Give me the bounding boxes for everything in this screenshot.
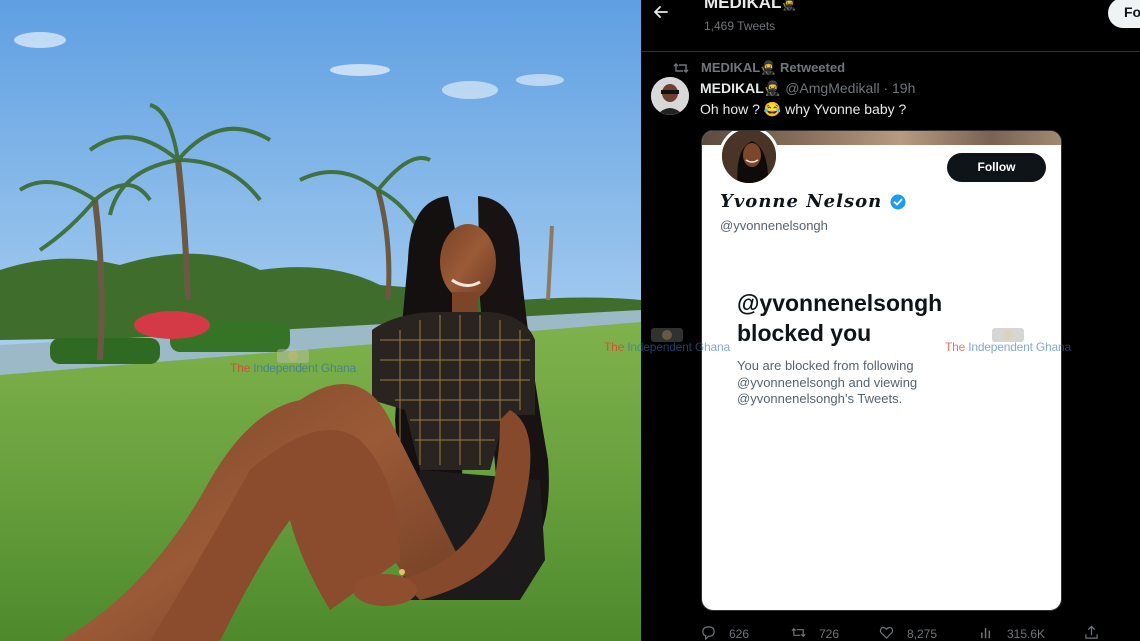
watermark-text-the-2: The [604, 340, 628, 354]
watermark-independent-ghana: The Independent Ghana [230, 349, 356, 375]
analytics-icon [981, 627, 991, 639]
blocked-description: You are blocked from following @yvonnene… [737, 358, 918, 406]
tweet-header: MEDIKAL🥷 @AmgMedikall · 19h [700, 80, 915, 97]
tweet-text: Oh how ? 😂 why Yvonne baby ? [700, 101, 907, 117]
retweet-icon [673, 63, 689, 73]
follow-button-header[interactable]: Fo [1108, 0, 1140, 28]
back-arrow-icon[interactable] [653, 4, 669, 20]
follow-button[interactable]: Follow [947, 153, 1046, 182]
tweet-author[interactable]: MEDIKAL🥷 [700, 80, 781, 96]
tweet-handle-time[interactable]: @AmgMedikall · 19h [785, 80, 915, 96]
card-avatar-image [722, 131, 776, 183]
like-count: 8,275 [907, 627, 938, 641]
watermark-text-brand-3: Independent Ghana [968, 340, 1071, 354]
retweet-count: 726 [819, 627, 840, 641]
retweet-action-icon [791, 627, 806, 638]
ninja-emoji-icon: 🥷 [781, 0, 797, 11]
verified-badge-icon [890, 194, 906, 210]
photo-yvonne-nelson [0, 0, 641, 641]
watermark-text-the: The [230, 361, 254, 375]
watermark-text-the-3: The [945, 340, 969, 354]
watermark-independent-ghana-3: The Independent Ghana [945, 328, 1071, 354]
views-count: 315.6K [1007, 627, 1046, 641]
card-display-name: Yvonne Nelson [720, 191, 883, 212]
profile-header-bar: MEDIKAL🥷 1,469 Tweets Fo [641, 0, 1140, 52]
reply-icon [702, 626, 715, 640]
share-icon [1085, 625, 1098, 639]
avatar[interactable] [651, 77, 689, 115]
card-avatar [719, 131, 779, 186]
blocked-title-line1: @yvonnenelsongh [737, 290, 943, 316]
retweet-label: MEDIKAL🥷 Retweeted [701, 60, 846, 75]
watermark-text-brand-2: Independent Ghana [627, 340, 730, 354]
watermark-independent-ghana-2: The Independent Ghana [604, 328, 730, 354]
tweet-action-bar: 626 726 8,275 315.6K [641, 623, 1140, 641]
photo-scene [0, 0, 641, 641]
tweet-count: 1,469 Tweets [704, 19, 776, 33]
watermark-text-brand: Independent Ghana [253, 361, 356, 375]
heart-icon [879, 626, 894, 639]
avatar-image [651, 77, 689, 115]
blocked-profile-card[interactable]: Follow Yvonne Nelson @yvonnenelsongh @yv… [701, 130, 1062, 611]
card-handle: @yvonnenelsongh [720, 218, 828, 233]
profile-name: MEDIKAL🥷 [704, 0, 796, 13]
reply-count: 626 [729, 627, 750, 641]
profile-name-text: MEDIKAL [704, 0, 782, 12]
twitter-screenshot: MEDIKAL🥷 1,469 Tweets Fo MEDIKAL🥷 Retwee… [641, 0, 1140, 641]
